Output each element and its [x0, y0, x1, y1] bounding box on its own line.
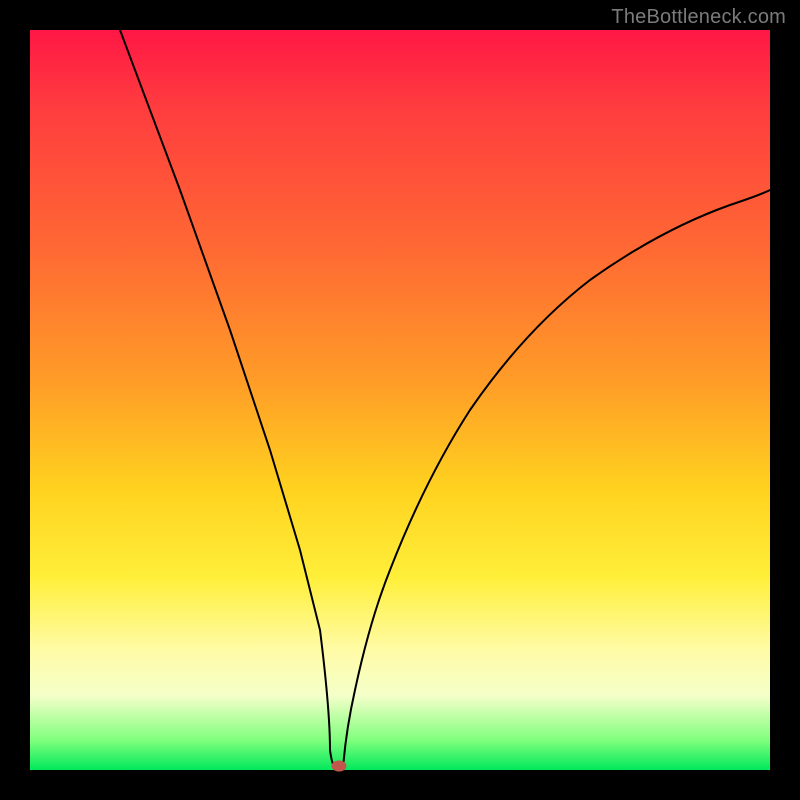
curve-left-branch [120, 30, 335, 768]
minimum-marker [332, 761, 346, 771]
outer-frame: TheBottleneck.com [0, 0, 800, 800]
watermark-text: TheBottleneck.com [611, 6, 786, 29]
bottleneck-curve [30, 30, 770, 770]
plot-area [30, 30, 770, 770]
curve-right-branch [343, 190, 770, 768]
